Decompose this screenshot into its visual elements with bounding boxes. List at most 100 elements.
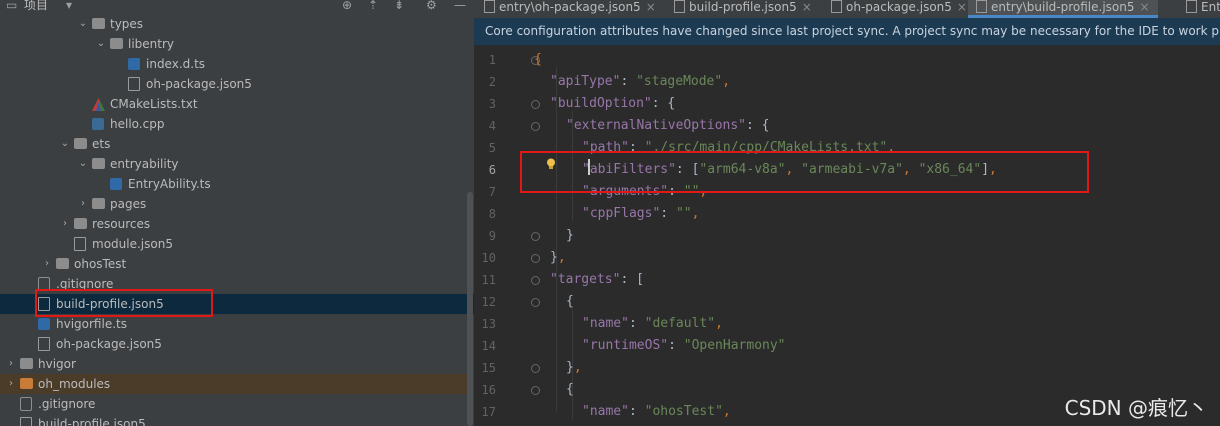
locate-icon[interactable]: ⊕ — [342, 0, 352, 12]
tree-item[interactable]: › hvigor — [0, 354, 474, 374]
line-number: 16 — [481, 383, 496, 397]
editor-tab[interactable]: Entry — [1186, 0, 1220, 18]
tree-item[interactable]: hello.cpp — [0, 114, 474, 134]
code-token: , — [557, 250, 566, 265]
json-file-icon — [20, 417, 32, 426]
gear-icon[interactable]: ⚙ — [426, 0, 437, 12]
editor-tab[interactable]: oh-package.json5 × — [831, 0, 967, 18]
tree-item[interactable]: › oh_modules — [0, 374, 474, 394]
tree-item[interactable]: CMakeLists.txt — [0, 94, 474, 114]
chevron-down-icon[interactable]: ⌄ — [60, 134, 70, 154]
folder-icon — [56, 258, 69, 269]
line-number: 9 — [488, 229, 496, 243]
chevron-down-icon[interactable]: ⌄ — [78, 14, 88, 34]
tree-item[interactable]: oh-package.json5 — [0, 74, 474, 94]
editor-tab[interactable]: build-profile.json5 × — [674, 0, 812, 18]
code-token: "runtimeOS" — [582, 338, 669, 353]
editor-tab[interactable]: entry\build-profile.json5 × — [968, 0, 1158, 18]
json-file-icon — [484, 0, 495, 13]
chevron-down-icon[interactable]: ⌄ — [78, 154, 88, 174]
tree-item[interactable]: hvigorfile.ts — [0, 314, 474, 334]
code-token: "name" — [582, 316, 629, 331]
chevron-right-icon[interactable]: › — [60, 214, 70, 234]
tree-item[interactable]: .gitignore — [0, 394, 474, 414]
expand-all-icon[interactable]: ⇡ — [368, 0, 378, 12]
folder-icon — [20, 358, 33, 369]
chevron-right-icon[interactable]: › — [6, 374, 16, 394]
code-token: : [ — [620, 272, 644, 287]
code-token: { — [534, 52, 542, 67]
code-line: { — [534, 49, 542, 71]
highlight-box-abifilters — [520, 151, 1089, 193]
code-token: "" — [675, 206, 692, 221]
tree-item[interactable]: ⌄ libentry — [0, 34, 474, 54]
code-token: , — [722, 74, 731, 89]
project-scrollbar[interactable] — [467, 192, 473, 426]
tree-item[interactable]: ⌄ entryability — [0, 154, 474, 174]
tree-item[interactable]: build-profile.json5 — [0, 414, 474, 426]
editor-tab-label: entry\oh-package.json5 — [499, 0, 641, 14]
line-number: 12 — [481, 295, 496, 309]
tree-item[interactable]: › resources — [0, 214, 474, 234]
chevron-right-icon[interactable]: › — [78, 194, 88, 214]
tree-item-label: CMakeLists.txt — [110, 97, 198, 111]
view-dropdown-icon[interactable]: ▾ — [66, 0, 72, 12]
code-token: : { — [651, 96, 676, 111]
tree-item-label: build-profile.json5 — [38, 417, 146, 426]
close-tab-icon[interactable]: × — [1140, 0, 1150, 14]
tree-item[interactable]: module.json5 — [0, 234, 474, 254]
code-line: { — [566, 291, 574, 313]
editor-tabs: entry\oh-package.json5 × build-profile.jso… — [474, 0, 1220, 19]
line-number: 5 — [488, 141, 496, 155]
folder-icon — [74, 218, 87, 229]
tree-item-label: entryability — [110, 157, 179, 171]
tree-item-label: hvigorfile.ts — [56, 317, 127, 331]
project-panel: ▭ 项目 ▾ ⊕ ⇡ ⇟ ⚙ — ⌄ types ⌄ libentry index.d.… — [0, 0, 474, 426]
close-tab-icon[interactable]: × — [957, 0, 967, 14]
code-line: "externalNativeOptions": { — [566, 115, 770, 137]
code-line: "name": "ohosTest", — [582, 401, 731, 423]
chevron-down-icon[interactable]: ⌄ — [96, 34, 106, 54]
tree-item-label: ets — [92, 137, 111, 151]
tree-item-label: module.json5 — [92, 237, 173, 251]
tree-item-label: EntryAbility.ts — [128, 177, 211, 191]
typescript-file-icon — [128, 58, 140, 70]
line-number: 2 — [488, 75, 496, 89]
line-number: 4 — [488, 119, 496, 133]
line-number: 3 — [488, 97, 496, 111]
close-tab-icon[interactable]: × — [802, 0, 812, 14]
code-area[interactable]: {"apiType": "stageMode", "buildOption": {… — [526, 45, 1216, 426]
folder-icon — [92, 18, 105, 29]
tree-item[interactable]: index.d.ts — [0, 54, 474, 74]
highlight-box-selected-file — [35, 289, 213, 317]
tree-item[interactable]: › ohosTest — [0, 254, 474, 274]
code-token: { — [566, 294, 574, 309]
close-tab-icon[interactable]: × — [646, 0, 656, 14]
editor-tab-label: Entry — [1201, 0, 1220, 14]
line-number: 6 — [488, 163, 496, 177]
code-token: : — [668, 338, 684, 353]
tree-item-label: hvigor — [38, 357, 76, 371]
code-line: } — [566, 225, 574, 247]
tree-item[interactable]: EntryAbility.ts — [0, 174, 474, 194]
tree-item[interactable]: ⌄ types — [0, 14, 474, 34]
json-file-icon — [976, 0, 987, 13]
collapse-all-icon[interactable]: ⇟ — [394, 0, 404, 12]
json-file-icon — [674, 0, 685, 13]
chevron-right-icon[interactable]: › — [42, 254, 52, 274]
tree-item[interactable]: › pages — [0, 194, 474, 214]
code-line: "name": "default", — [582, 313, 723, 335]
editor-tab[interactable]: entry\oh-package.json5 × — [484, 0, 656, 18]
tree-item-label: oh_modules — [38, 377, 111, 391]
tree-item[interactable]: oh-package.json5 — [0, 334, 474, 354]
code-token: "ohosTest" — [644, 404, 723, 419]
code-token: , — [722, 404, 731, 419]
line-number: 14 — [481, 339, 496, 353]
code-token: "name" — [582, 404, 629, 419]
code-token: : — [660, 206, 676, 221]
tree-item[interactable]: ⌄ ets — [0, 134, 474, 154]
hide-icon[interactable]: — — [454, 0, 466, 12]
chevron-right-icon[interactable]: › — [6, 354, 16, 374]
folder-icon — [92, 158, 105, 169]
code-token: : { — [746, 118, 770, 133]
